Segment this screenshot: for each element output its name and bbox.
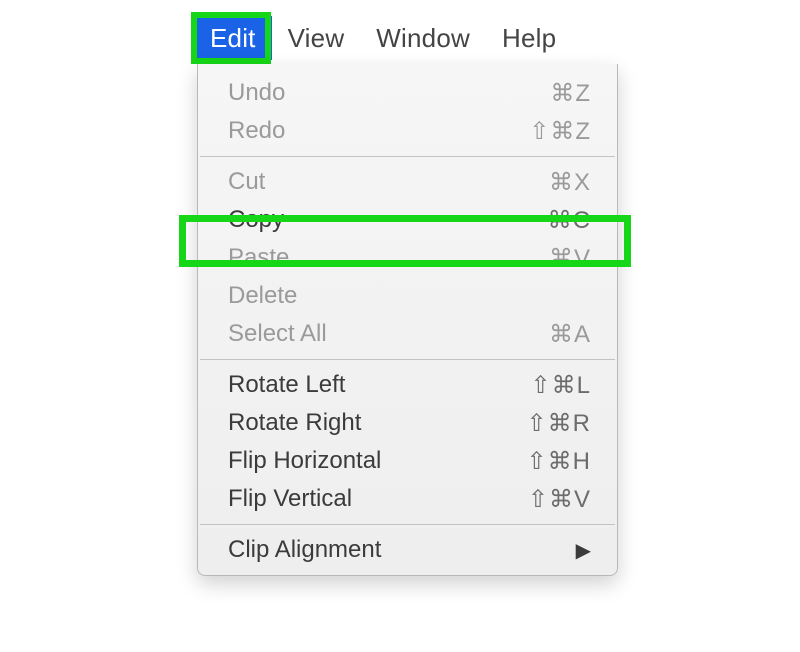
menu-item-label: Flip Vertical	[228, 485, 352, 513]
menu-item-label: Delete	[228, 282, 297, 310]
menu-item-delete[interactable]: Delete	[198, 277, 617, 315]
menubar-item-window[interactable]: Window	[360, 16, 486, 60]
menu-item-shortcut: ⌘V	[549, 244, 591, 273]
menu-item-shortcut: ⌘X	[549, 168, 591, 197]
menu-item-flip-horizontal[interactable]: Flip Horizontal ⇧⌘H	[198, 442, 617, 480]
menu-item-shortcut: ⇧⌘L	[531, 371, 591, 400]
menu-item-rotate-right[interactable]: Rotate Right ⇧⌘R	[198, 404, 617, 442]
menu-item-label: Copy	[228, 206, 284, 234]
menu-item-cut[interactable]: Cut ⌘X	[198, 163, 617, 201]
menu-item-label: Clip Alignment	[228, 536, 381, 564]
menu-separator	[200, 359, 615, 360]
menu-item-label: Undo	[228, 79, 285, 107]
menubar-item-view[interactable]: View	[272, 16, 361, 60]
menu-item-label: Redo	[228, 117, 285, 145]
submenu-arrow-icon: ▶	[576, 538, 591, 563]
menu-item-shortcut: ⇧⌘V	[528, 485, 591, 514]
edit-dropdown-menu: Undo ⌘Z Redo ⇧⌘Z Cut ⌘X Copy ⌘C Paste ⌘V…	[197, 64, 618, 576]
menu-item-label: Flip Horizontal	[228, 447, 381, 475]
menubar: Edit View Window Help	[194, 16, 572, 60]
menu-item-shortcut: ⇧⌘Z	[529, 117, 591, 146]
menu-item-clip-alignment[interactable]: Clip Alignment ▶	[198, 531, 617, 569]
menubar-item-edit[interactable]: Edit	[194, 16, 272, 60]
menu-item-rotate-left[interactable]: Rotate Left ⇧⌘L	[198, 366, 617, 404]
menu-item-shortcut: ⇧⌘H	[527, 447, 591, 476]
menu-item-copy[interactable]: Copy ⌘C	[198, 201, 617, 239]
menu-item-undo[interactable]: Undo ⌘Z	[198, 74, 617, 112]
menu-separator	[200, 524, 615, 525]
menu-item-shortcut: ⇧⌘R	[527, 409, 591, 438]
menu-item-flip-vertical[interactable]: Flip Vertical ⇧⌘V	[198, 480, 617, 518]
menu-item-label: Cut	[228, 168, 265, 196]
menu-item-redo[interactable]: Redo ⇧⌘Z	[198, 112, 617, 150]
menu-item-label: Rotate Left	[228, 371, 345, 399]
menu-item-label: Rotate Right	[228, 409, 361, 437]
menu-item-select-all[interactable]: Select All ⌘A	[198, 315, 617, 353]
menu-item-shortcut: ⌘Z	[550, 79, 591, 108]
menu-item-shortcut: ⌘C	[548, 206, 591, 235]
menu-separator	[200, 156, 615, 157]
menubar-item-help[interactable]: Help	[486, 16, 572, 60]
menu-item-label: Select All	[228, 320, 327, 348]
menu-item-paste[interactable]: Paste ⌘V	[198, 239, 617, 277]
menu-item-shortcut: ⌘A	[549, 320, 591, 349]
menu-item-label: Paste	[228, 244, 289, 272]
